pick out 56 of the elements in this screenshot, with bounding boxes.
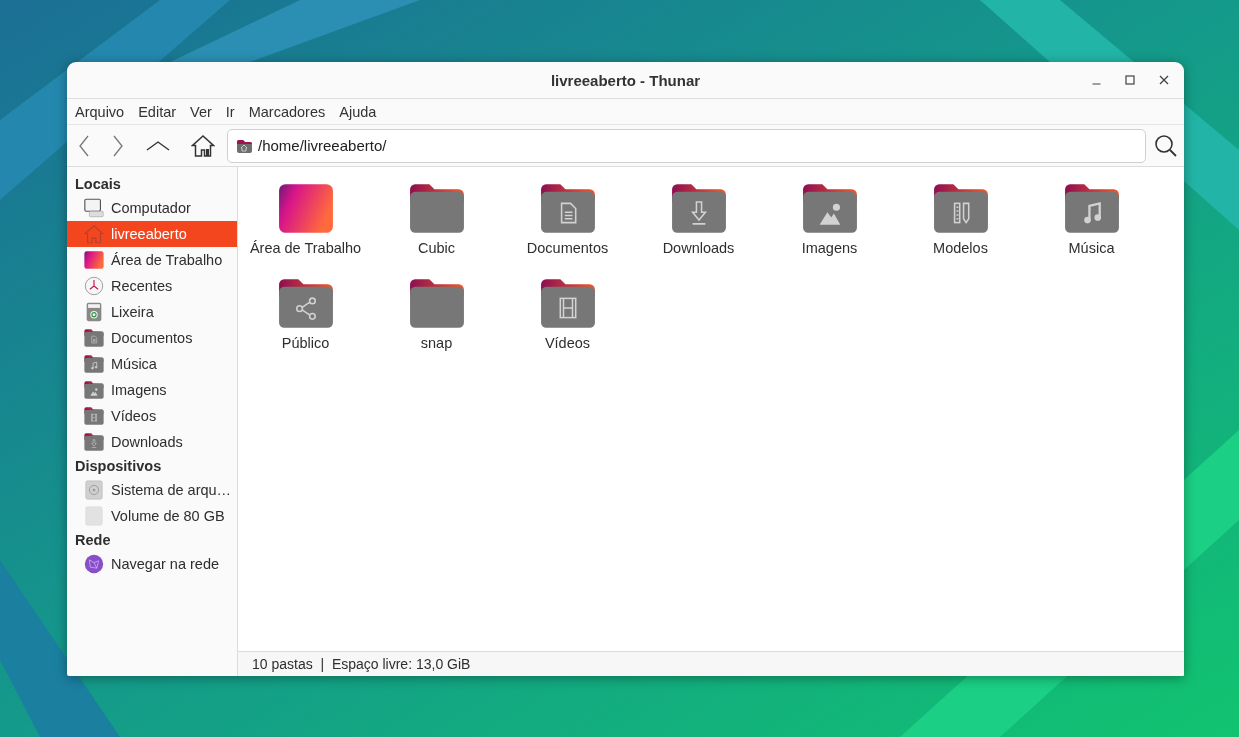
window-title: livreeaberto - Thunar (550, 71, 701, 89)
drive-icon (83, 505, 105, 527)
chevron-right-icon (111, 133, 125, 158)
file-item[interactable]: Vídeos (502, 274, 633, 369)
sidebar-item[interactable]: Área de Trabalho (67, 247, 237, 273)
sidebar-item[interactable]: Sistema de arqu… (67, 477, 237, 503)
folder-icon (83, 353, 105, 375)
folder-icon (83, 405, 105, 427)
maximize-icon (1124, 74, 1136, 86)
drive-icon (83, 479, 105, 501)
menu-item[interactable]: Marcadores (242, 101, 332, 122)
desktop-icon (83, 249, 105, 271)
folder-icon (83, 327, 105, 349)
status-bar: 10 pastas | Espaço livre: 13,0 GiB (238, 651, 1184, 676)
sidebar-item[interactable]: Lixeira (67, 299, 237, 325)
home-icon (191, 133, 215, 158)
folder-icon (83, 379, 105, 401)
sidebar-item[interactable]: livreeaberto (67, 221, 237, 247)
file-item[interactable]: Downloads (633, 179, 764, 274)
sidebar-item[interactable]: Música (67, 351, 237, 377)
sidebar-item[interactable]: Downloads (67, 429, 237, 455)
menu-item[interactable]: Ir (219, 101, 241, 122)
sidebar-item[interactable]: Vídeos (67, 403, 237, 429)
sidebar-item[interactable]: Volume de 80 GB (67, 503, 237, 529)
search-icon (1154, 133, 1178, 158)
network-icon (83, 553, 105, 575)
chevron-left-icon (77, 133, 91, 158)
section-heading: Rede (74, 531, 112, 550)
home-folder-icon (236, 138, 252, 153)
sidebar-item[interactable]: Imagens (67, 377, 237, 403)
section-heading: Dispositivos (74, 457, 163, 476)
caret-up-icon (145, 138, 171, 153)
sidebar-item[interactable]: Navegar na rede (67, 551, 237, 577)
folder-icon (83, 431, 105, 453)
sidebar-item[interactable]: Documentos (67, 325, 237, 351)
file-item[interactable]: Área de Trabalho (240, 179, 371, 274)
menu-item[interactable]: Editar (132, 101, 183, 122)
sidebar-item[interactable]: Computador (67, 195, 237, 221)
computer-icon (83, 197, 105, 219)
menu-item[interactable]: Ajuda (333, 101, 383, 122)
menu-item[interactable]: Arquivo (69, 101, 131, 122)
section-heading: Locais (74, 175, 122, 194)
home-icon (83, 223, 105, 245)
file-item[interactable]: Modelos (895, 179, 1026, 274)
clock-icon (83, 275, 105, 297)
file-item[interactable]: Documentos (502, 179, 633, 274)
menu-item[interactable]: Ver (184, 101, 218, 122)
file-item[interactable]: snap (371, 274, 502, 369)
file-item[interactable]: Público (240, 274, 371, 369)
location-field[interactable]: /home/livreeaberto/ (227, 128, 1146, 163)
file-item[interactable]: Música (1026, 179, 1157, 274)
sidebar-item[interactable]: Recentes (67, 273, 237, 299)
file-item[interactable]: Cubic (371, 179, 502, 274)
close-icon (1158, 74, 1170, 86)
minimize-icon (1091, 83, 1101, 85)
file-item[interactable]: Imagens (764, 179, 895, 274)
